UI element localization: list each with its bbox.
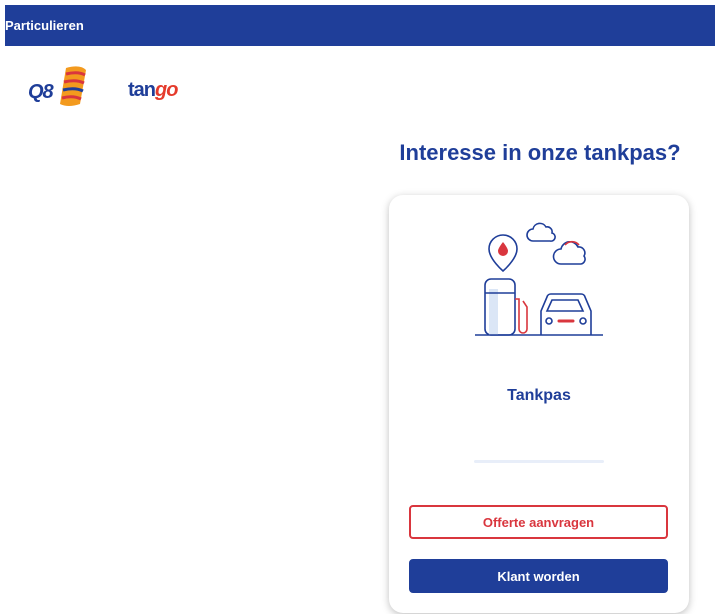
q8-sails-icon: [60, 66, 86, 106]
tango-logo[interactable]: tango: [128, 79, 228, 109]
klant-worden-button[interactable]: Klant worden: [409, 559, 668, 593]
tango-logo-text: tango: [128, 79, 178, 101]
card-divider: [474, 460, 604, 463]
tango-suffix: go: [155, 79, 178, 101]
q8-logo-text: Q8: [28, 81, 54, 103]
nav-tab-particulieren[interactable]: Particulieren: [5, 18, 84, 33]
tankpas-card: Tankpas Offerte aanvragen Klant worden: [389, 195, 689, 613]
q8-logo[interactable]: Q8: [28, 64, 118, 108]
page-headline: Interesse in onze tankpas?: [399, 140, 681, 165]
card-title: Tankpas: [507, 387, 571, 404]
offerte-aanvragen-button[interactable]: Offerte aanvragen: [409, 505, 668, 539]
fuel-station-car-icon: [475, 222, 603, 336]
tango-prefix: tan: [128, 79, 156, 101]
top-nav-bar: Particulieren: [5, 5, 715, 46]
